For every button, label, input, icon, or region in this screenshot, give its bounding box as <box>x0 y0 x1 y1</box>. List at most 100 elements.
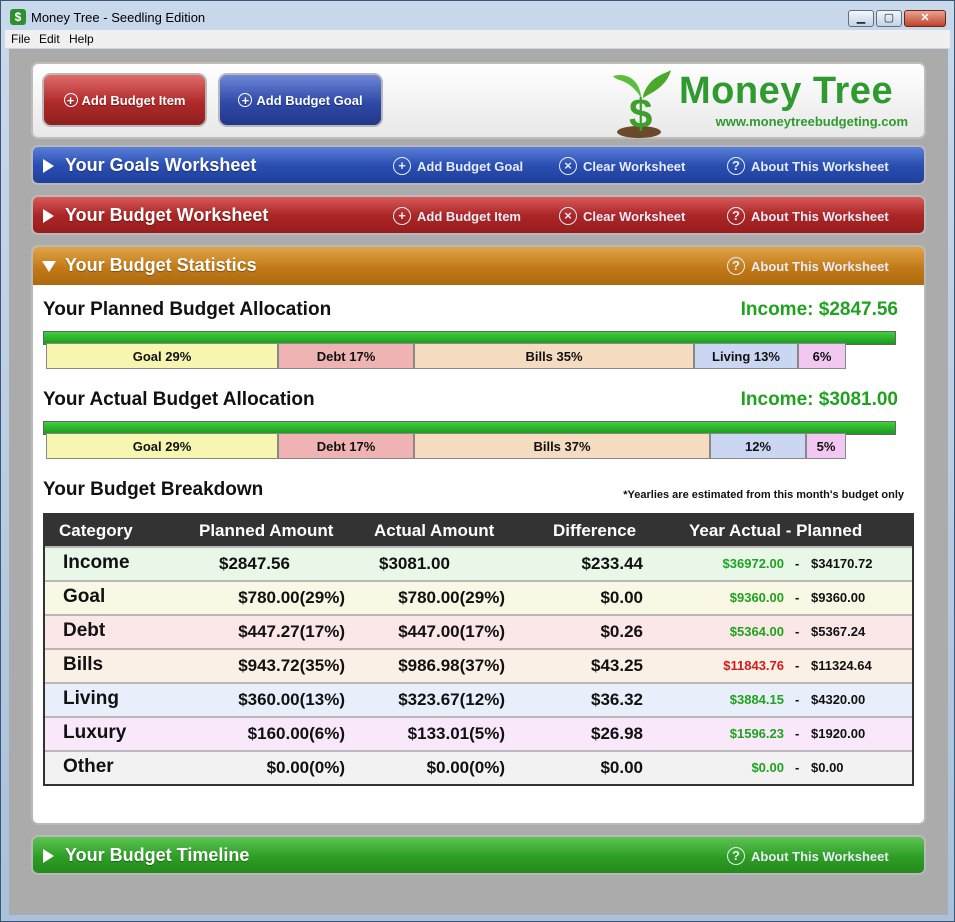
actual-income: Income: $3081.00 <box>740 389 898 410</box>
allocation-segment: Goal 29% <box>46 433 278 459</box>
cell-year-actual: $36972.00 <box>722 556 784 571</box>
about-worksheet-action[interactable]: ? About This Worksheet <box>727 207 889 225</box>
allocation-segment: 12% <box>710 433 806 459</box>
cell-separator: - <box>795 624 800 639</box>
action-label: About This Worksheet <box>751 158 889 174</box>
planned-allocation-bar: Goal 29% Debt 17% Bills 35% Living 13% 6% <box>43 331 896 377</box>
cell-year-planned: $1920.00 <box>811 726 866 741</box>
table-row: Other $0.00(0%) $0.00(0%) $0.00 $0.00- $0.00 <box>45 750 912 784</box>
table-row: Bills $943.72(35%) $986.98(37%) $43.25 $1184… <box>45 648 912 682</box>
cell-category: Living <box>63 688 119 709</box>
table-row: Goal $780.00(29%) $780.00(29%) $0.00 $9360.0… <box>45 580 912 614</box>
about-worksheet-action[interactable]: ? About This Worksheet <box>727 157 889 175</box>
menu-help[interactable]: Help <box>69 32 94 46</box>
x-circle-icon: × <box>559 207 577 225</box>
cell-difference: $26.98 <box>591 724 643 743</box>
table-header: Category Planned Amount Actual Amount Di… <box>45 515 912 546</box>
add-budget-goal-label: Add Budget Goal <box>256 92 363 108</box>
about-worksheet-action[interactable]: ? About This Worksheet <box>727 257 889 275</box>
money-tree-app-icon: $ <box>10 9 26 25</box>
clear-worksheet-action[interactable]: × Clear Worksheet <box>559 157 685 175</box>
statistics-header-bar[interactable]: Your Budget Statistics ? About This Work… <box>33 247 924 285</box>
cell-year-actual: $5364.00 <box>729 624 784 639</box>
cell-year-actual: $11843.76 <box>723 658 784 673</box>
cell-difference: $43.25 <box>591 656 643 675</box>
action-label: About This Worksheet <box>751 208 889 224</box>
question-circle-icon: ? <box>727 207 745 225</box>
x-circle-icon: × <box>559 157 577 175</box>
client-area: + Add Budget Item + Add Budget Goal $ Mo… <box>9 49 948 915</box>
cell-category: Luxury <box>63 722 127 743</box>
allocation-segment: Bills 37% <box>414 433 710 459</box>
maximize-button[interactable]: ▢ <box>876 10 902 27</box>
window-title: Money Tree - Seedling Edition <box>31 10 206 25</box>
header-year-actual-planned: Year Actual - Planned <box>689 521 863 540</box>
cell-actual: $986.98(37%) <box>398 656 505 675</box>
header-actual-amount: Actual Amount <box>374 521 495 540</box>
close-button[interactable]: ✕ <box>904 10 946 27</box>
plus-circle-icon: + <box>238 93 253 107</box>
action-label: About This Worksheet <box>751 258 889 274</box>
goals-worksheet-section[interactable]: Your Goals Worksheet + Add Budget Goal ×… <box>31 145 926 185</box>
cell-category: Income <box>63 552 130 573</box>
question-circle-icon: ? <box>727 257 745 275</box>
breakdown-note: *Yearlies are estimated from this month'… <box>623 489 904 501</box>
cell-year-planned: $5367.24 <box>811 624 866 639</box>
add-budget-item-button[interactable]: + Add Budget Item <box>42 73 207 127</box>
cell-year-planned: $34170.72 <box>811 556 873 571</box>
clear-worksheet-action[interactable]: × Clear Worksheet <box>559 207 685 225</box>
window-controls: ▁ ▢ ✕ <box>848 10 946 27</box>
actual-allocation-title: Your Actual Budget Allocation <box>43 389 315 410</box>
planned-income: Income: $2847.56 <box>740 299 898 320</box>
budget-worksheet-section[interactable]: Your Budget Worksheet + Add Budget Item … <box>31 195 926 235</box>
cell-year-actual: $3884.15 <box>729 692 784 707</box>
plus-circle-icon: + <box>393 157 411 175</box>
menu-edit[interactable]: Edit <box>39 32 60 46</box>
cell-year-actual: $1596.23 <box>729 726 784 741</box>
collapse-arrow-icon[interactable] <box>42 261 56 272</box>
expand-arrow-icon[interactable] <box>43 159 54 173</box>
money-tree-logo: $ Money Tree www.moneytreebudgeting.com <box>605 66 910 138</box>
minimize-button[interactable]: ▁ <box>848 10 874 27</box>
planned-allocation-title: Your Planned Budget Allocation <box>43 299 332 320</box>
cell-actual: $323.67(12%) <box>398 690 505 709</box>
cell-planned: $0.00(0%) <box>266 758 345 777</box>
add-budget-goal-button[interactable]: + Add Budget Goal <box>218 73 383 127</box>
logo-title: Money Tree <box>679 70 894 112</box>
cell-difference: $0.26 <box>600 622 643 641</box>
cell-planned: $780.00(29%) <box>238 588 345 607</box>
cell-separator: - <box>795 590 800 605</box>
cell-planned: $160.00(6%) <box>247 724 345 743</box>
plus-circle-icon: + <box>63 93 78 107</box>
cell-category: Bills <box>63 654 104 675</box>
add-budget-item-action[interactable]: + Add Budget Item <box>393 207 521 225</box>
action-label: Clear Worksheet <box>583 208 686 224</box>
add-budget-goal-action[interactable]: + Add Budget Goal <box>393 157 523 175</box>
table-row: Debt $447.27(17%) $447.00(17%) $0.26 $5364.0… <box>45 614 912 648</box>
expand-arrow-icon[interactable] <box>43 209 54 223</box>
app-window: $ Money Tree - Seedling Edition ▁ ▢ ✕ Fi… <box>0 0 955 922</box>
allocation-segment: Living 13% <box>694 343 798 369</box>
cell-difference: $0.00 <box>600 758 643 777</box>
menu-file[interactable]: File <box>11 32 30 46</box>
cell-separator: - <box>795 760 800 775</box>
cell-category: Debt <box>63 620 106 641</box>
action-label: Add Budget Goal <box>417 158 524 174</box>
cell-year-planned: $9360.00 <box>811 590 866 605</box>
action-label: Add Budget Item <box>417 208 521 224</box>
cell-actual: $447.00(17%) <box>398 622 505 641</box>
cell-planned: $360.00(13%) <box>238 690 345 709</box>
title-bar[interactable]: $ Money Tree - Seedling Edition ▁ ▢ ✕ <box>1 1 954 31</box>
cell-planned: $2847.56 <box>219 554 290 573</box>
cell-year-actual: $0.00 <box>751 760 784 775</box>
allocation-segment: Debt 17% <box>278 433 414 459</box>
table-row: Living $360.00(13%) $323.67(12%) $36.32 $388… <box>45 682 912 716</box>
cell-separator: - <box>795 692 800 707</box>
cell-planned: $447.27(17%) <box>238 622 345 641</box>
header-difference: Difference <box>553 521 637 540</box>
budget-timeline-section[interactable]: Your Budget Timeline ? About This Worksh… <box>31 835 926 875</box>
cell-actual: $0.00(0%) <box>426 758 505 777</box>
expand-arrow-icon[interactable] <box>43 849 54 863</box>
cell-actual: $133.01(5%) <box>407 724 505 743</box>
about-worksheet-action[interactable]: ? About This Worksheet <box>727 847 889 865</box>
